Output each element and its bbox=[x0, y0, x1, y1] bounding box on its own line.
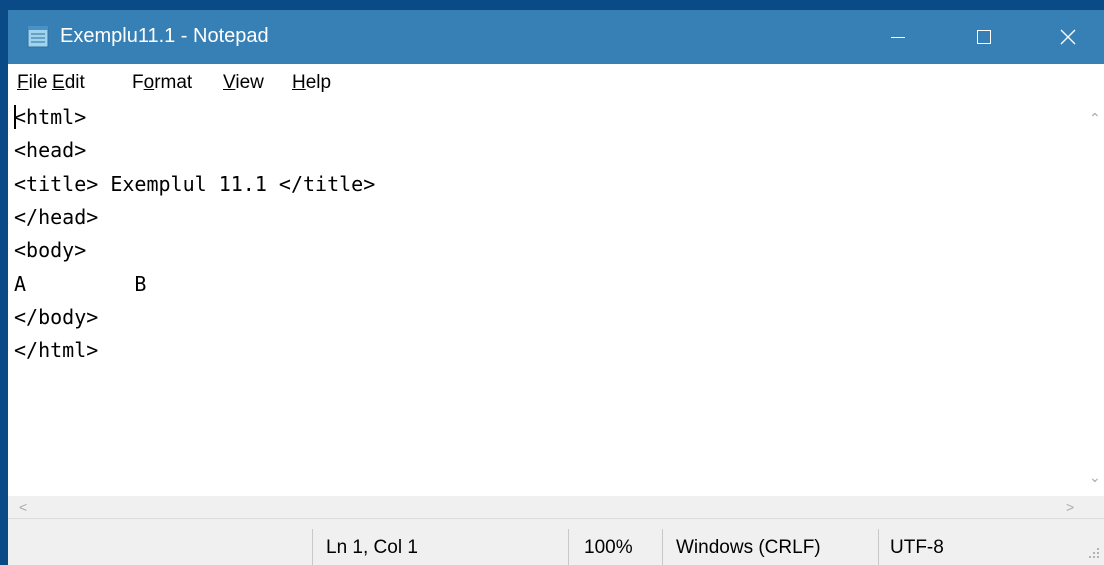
code-line: </head> bbox=[14, 205, 99, 229]
code-line: <head> bbox=[14, 138, 87, 162]
text-editor[interactable]: <html> <head> <title> Exemplul 11.1 </ti… bbox=[8, 98, 1086, 496]
scroll-up-icon[interactable]: ⌃ bbox=[1089, 111, 1101, 125]
notepad-icon bbox=[27, 26, 49, 48]
maximize-icon bbox=[977, 30, 991, 44]
close-button[interactable] bbox=[1038, 10, 1098, 64]
line-ending: Windows (CRLF) bbox=[676, 537, 821, 558]
minimize-icon bbox=[891, 36, 905, 38]
encoding: UTF-8 bbox=[890, 537, 944, 558]
code-line: </html> bbox=[14, 338, 99, 362]
title-bar[interactable]: Exemplu11.1 - Notepad bbox=[8, 10, 1104, 64]
minimize-button[interactable] bbox=[868, 10, 928, 64]
notepad-window: Exemplu11.1 - Notepad File Edit Format V… bbox=[8, 10, 1104, 565]
menu-help[interactable]: Help bbox=[292, 72, 331, 94]
code-line: <body> bbox=[14, 238, 87, 262]
menu-edit[interactable]: Edit bbox=[52, 72, 85, 94]
code-line: <title> Exemplul 11.1 </title> bbox=[14, 172, 376, 196]
horizontal-scrollbar[interactable]: < > bbox=[8, 496, 1104, 518]
zoom-level: 100% bbox=[584, 537, 633, 558]
status-divider bbox=[662, 529, 663, 565]
resize-grip-icon[interactable] bbox=[1082, 541, 1102, 561]
scroll-right-icon[interactable]: > bbox=[1066, 500, 1074, 514]
status-divider bbox=[312, 529, 313, 565]
menu-file[interactable]: File bbox=[17, 72, 48, 94]
close-icon bbox=[1060, 29, 1076, 45]
code-line: </body> bbox=[14, 305, 99, 329]
menu-bar: File Edit Format View Help bbox=[8, 64, 1104, 98]
status-divider bbox=[878, 529, 879, 565]
scroll-down-icon[interactable]: ⌄ bbox=[1089, 470, 1101, 484]
code-line: <html> bbox=[14, 105, 87, 129]
maximize-button[interactable] bbox=[954, 10, 1014, 64]
cursor-position: Ln 1, Col 1 bbox=[326, 537, 418, 558]
menu-format[interactable]: Format bbox=[132, 72, 192, 94]
vertical-scrollbar[interactable]: ⌃ ⌄ bbox=[1086, 98, 1104, 496]
status-bar: Ln 1, Col 1 100% Windows (CRLF) UTF-8 bbox=[8, 518, 1104, 565]
menu-view[interactable]: View bbox=[223, 72, 264, 94]
code-line: A B bbox=[14, 272, 147, 296]
window-title: Exemplu11.1 - Notepad bbox=[60, 25, 269, 47]
scroll-left-icon[interactable]: < bbox=[19, 500, 27, 514]
status-divider bbox=[568, 529, 569, 565]
